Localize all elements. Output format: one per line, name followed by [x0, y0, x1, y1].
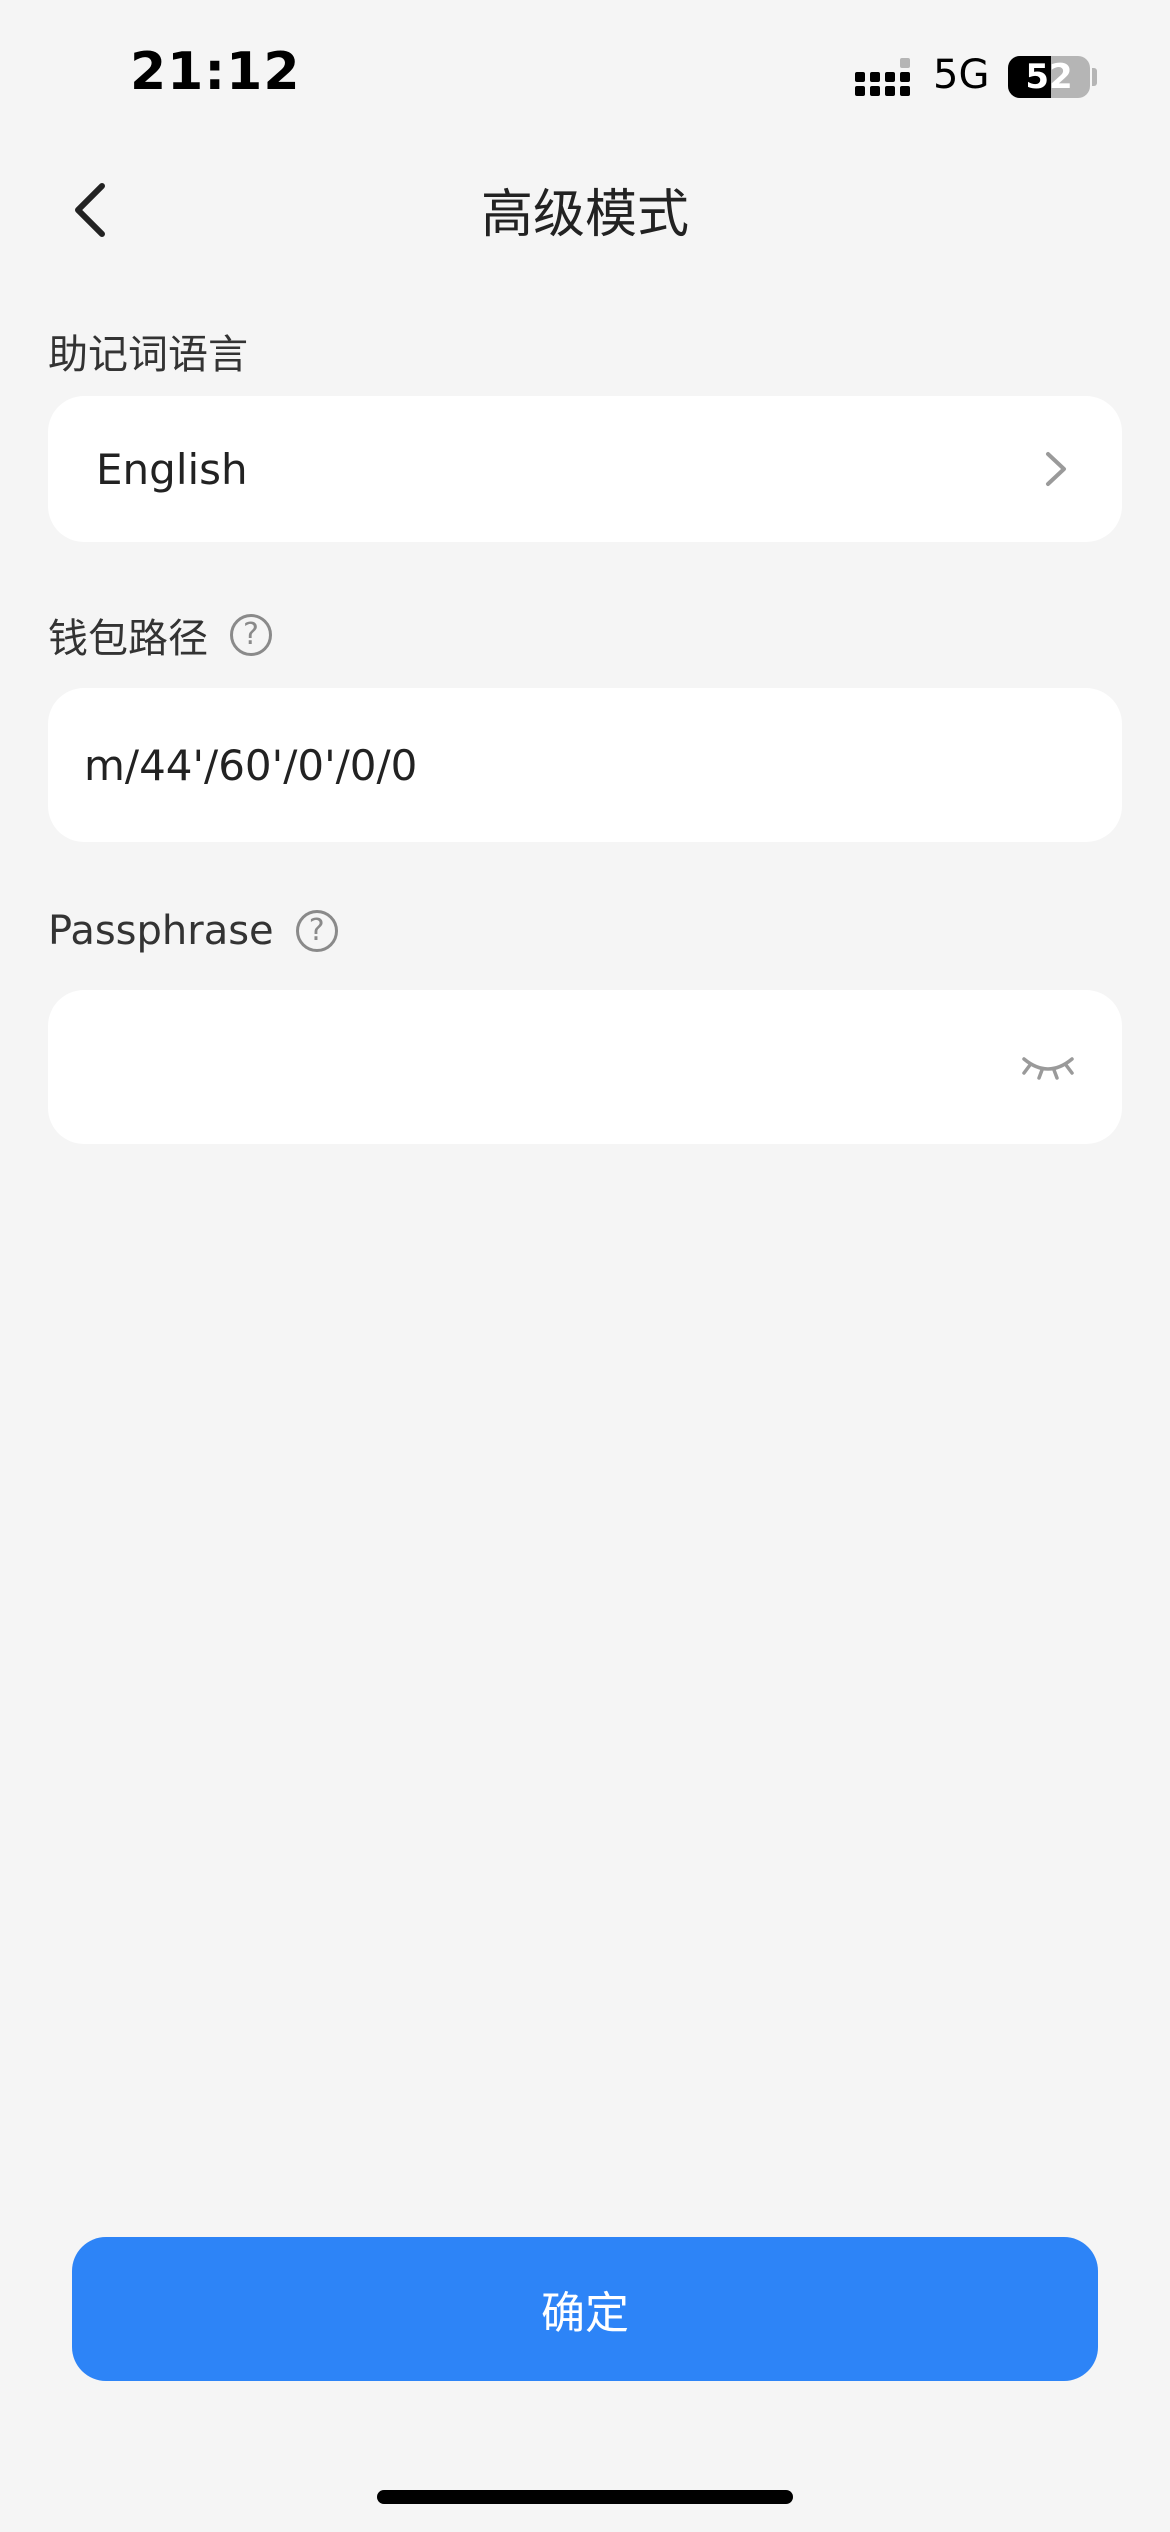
passphrase-label: Passphrase: [48, 908, 274, 954]
confirm-button[interactable]: 确定: [72, 2237, 1098, 2381]
chevron-right-icon: [1046, 452, 1066, 486]
page-title: 高级模式: [480, 185, 689, 245]
wallet-path-card: [48, 688, 1122, 842]
network-type: 5G: [933, 52, 990, 98]
mnemonic-language-value: English: [96, 444, 248, 494]
signal-strength-icon: [855, 58, 910, 96]
wallet-path-label: 钱包路径: [48, 616, 208, 662]
mnemonic-language-label: 助记词语言: [48, 332, 248, 378]
status-time: 21:12: [130, 42, 301, 102]
passphrase-card: [48, 990, 1122, 1144]
wallet-path-label-row: 钱包路径 ?: [48, 606, 272, 664]
mnemonic-language-selector[interactable]: English: [48, 396, 1122, 542]
battery-indicator: 52: [1008, 56, 1090, 98]
question-circle-icon[interactable]: ?: [295, 910, 338, 952]
passphrase-label-row: Passphrase ?: [48, 908, 338, 954]
passphrase-input[interactable]: [84, 990, 1002, 1144]
question-circle-icon[interactable]: ?: [230, 614, 272, 656]
home-indicator: [377, 2490, 793, 2504]
wallet-path-input[interactable]: [84, 688, 1002, 842]
eye-closed-icon[interactable]: [1020, 1045, 1076, 1085]
battery-percentage: 52: [1025, 57, 1073, 97]
battery-cap: [1092, 68, 1097, 86]
